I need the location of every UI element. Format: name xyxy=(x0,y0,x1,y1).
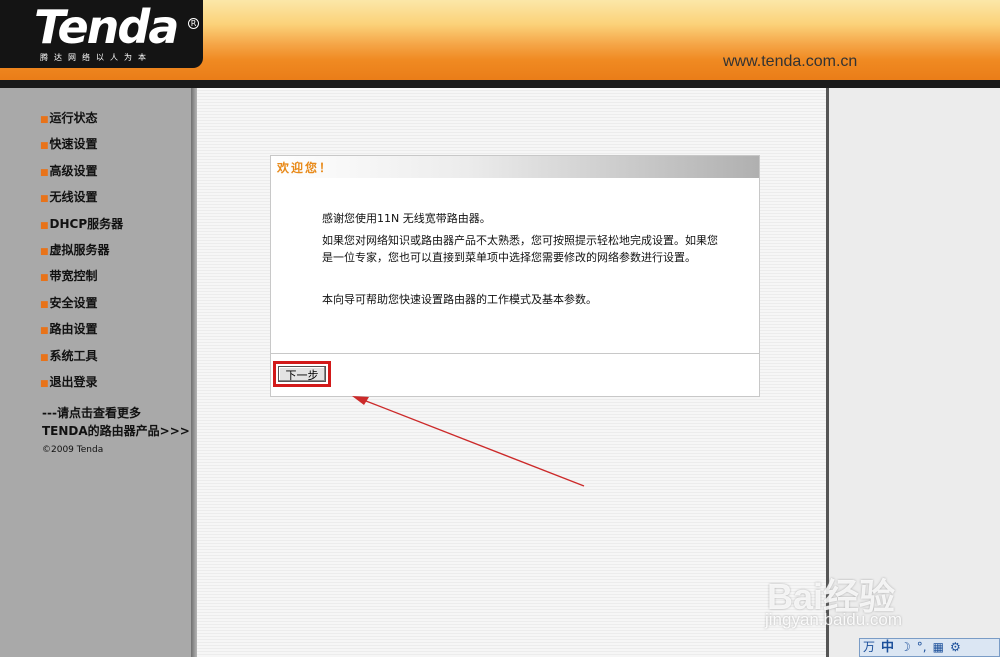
bullet-icon: ■ xyxy=(40,378,49,389)
bullet-icon: ■ xyxy=(40,299,49,310)
sidebar-item-label: 高级设置 xyxy=(49,163,98,178)
sidebar-item-advanced[interactable]: ■高级设置 xyxy=(40,161,123,187)
bullet-icon: ■ xyxy=(40,220,49,231)
header-banner: Tenda R 腾达网络以人为本 www.tenda.com.cn xyxy=(0,0,1000,80)
wizard-body: 感谢您使用11N 无线宽带路由器。 如果您对网络知识或路由器产品不太熟悉，您可按… xyxy=(271,178,759,354)
wizard-intro-text: 感谢您使用11N 无线宽带路由器。 xyxy=(322,212,491,225)
bullet-icon: ■ xyxy=(40,141,49,152)
sidebar-item-label: 运行状态 xyxy=(49,111,98,125)
ime-toolbar: 万 中 ☽ °, ▦ ⚙ xyxy=(859,638,1000,657)
sidebar-item-status[interactable]: ■运行状态 xyxy=(40,108,123,134)
keyboard-icon[interactable]: ▦ xyxy=(933,639,944,656)
moon-icon[interactable]: ☽ xyxy=(900,639,911,656)
ime-wan-icon[interactable]: 万 xyxy=(863,639,875,656)
sidebar-item-logout[interactable]: ■退出登录 xyxy=(40,372,123,398)
sidebar-item-bandwidth[interactable]: ■带宽控制 xyxy=(40,266,123,292)
sidebar-item-dhcp[interactable]: ■DHCP服务器 xyxy=(40,214,123,240)
sidebar-item-label: 系统工具 xyxy=(49,348,98,363)
tenda-logo: Tenda R 腾达网络以人为本 xyxy=(0,0,203,68)
sidebar-item-label: 快速设置 xyxy=(49,137,98,152)
more-products-line1: ---请点击查看更多 xyxy=(42,406,141,420)
sidebar-item-quick-setup[interactable]: ■快速设置 xyxy=(40,134,123,160)
wizard-guide-text: 如果您对网络知识或路由器产品不太熟悉，您可按照提示轻松地完成设置。如果您是一位专… xyxy=(322,234,718,264)
wizard-purpose-text: 本向导可帮助您快速设置路由器的工作模式及基本参数。 xyxy=(322,293,597,306)
copyright: ©2009 Tenda xyxy=(42,445,104,455)
bullet-icon: ■ xyxy=(40,167,49,178)
more-products-link[interactable]: ---请点击查看更多 TENDA的路由器产品>>> xyxy=(42,404,190,440)
ime-mode-toggle[interactable]: 中 xyxy=(881,639,894,656)
logo-slogan: 腾达网络以人为本 xyxy=(40,53,152,62)
wizard-title: 欢迎您！ xyxy=(277,161,334,175)
site-url: www.tenda.com.cn xyxy=(723,53,858,70)
sidebar-item-system-tools[interactable]: ■系统工具 xyxy=(40,346,123,372)
wizard-panel: 欢迎您！ 感谢您使用11N 无线宽带路由器。 如果您对网络知识或路由器产品不太熟… xyxy=(270,155,760,397)
sidebar: ■运行状态 ■快速设置 ■高级设置 ■无线设置 ■DHCP服务器 ■虚拟服务器 … xyxy=(0,88,191,657)
sidebar-item-routing[interactable]: ■路由设置 xyxy=(40,319,123,345)
sidebar-item-label: DHCP服务器 xyxy=(49,216,124,231)
wizard-title-bar: 欢迎您！ xyxy=(271,156,759,178)
bullet-icon: ■ xyxy=(40,326,49,337)
sidebar-item-wireless[interactable]: ■无线设置 xyxy=(40,187,123,213)
bullet-icon: ■ xyxy=(40,194,49,205)
sidebar-item-label: 退出登录 xyxy=(49,374,98,389)
next-button[interactable]: 下一步 xyxy=(278,366,326,382)
logo-text: Tenda xyxy=(34,0,179,54)
bullet-icon: ■ xyxy=(40,352,49,363)
bullet-icon: ■ xyxy=(40,115,49,125)
sidebar-item-label: 安全设置 xyxy=(49,295,98,310)
sidebar-item-label: 带宽控制 xyxy=(49,269,98,284)
sidebar-item-label: 无线设置 xyxy=(49,190,98,205)
sidebar-item-label: 路由设置 xyxy=(49,322,98,337)
header-divider xyxy=(0,80,1000,88)
sidebar-menu: ■运行状态 ■快速设置 ■高级设置 ■无线设置 ■DHCP服务器 ■虚拟服务器 … xyxy=(40,108,123,398)
sidebar-item-label: 虚拟服务器 xyxy=(49,242,110,257)
punctuation-icon[interactable]: °, xyxy=(917,639,927,656)
registered-mark-icon: R xyxy=(188,18,199,29)
gear-icon[interactable]: ⚙ xyxy=(950,639,961,656)
bullet-icon: ■ xyxy=(40,246,49,257)
sidebar-item-virtual-server[interactable]: ■虚拟服务器 xyxy=(40,240,123,266)
more-products-line2: TENDA的路由器产品>>> xyxy=(42,424,190,438)
bullet-icon: ■ xyxy=(40,273,49,284)
watermark-url: jingyan.baidu.com xyxy=(765,610,903,629)
sidebar-item-security[interactable]: ■安全设置 xyxy=(40,293,123,319)
